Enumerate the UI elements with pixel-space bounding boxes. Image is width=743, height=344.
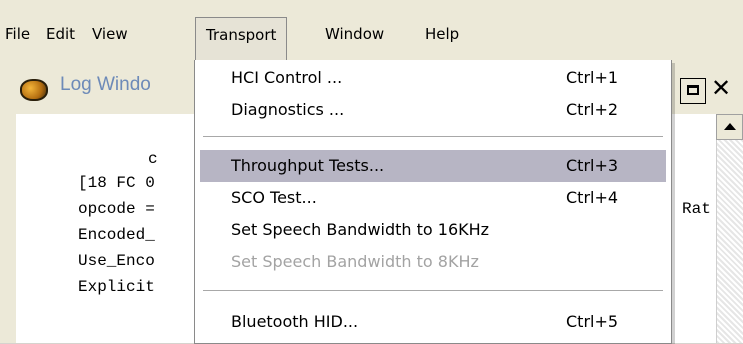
scroll-up-arrow-icon[interactable] — [716, 114, 743, 140]
menu-separator — [203, 136, 663, 138]
transport-menu: HCI Control ... Ctrl+1 Diagnostics ... C… — [194, 60, 672, 344]
maximize-button[interactable] — [680, 78, 706, 104]
log-line: [18 FC 0 — [78, 174, 155, 192]
close-button[interactable]: ✕ — [711, 73, 731, 103]
menu-item-speech-16khz[interactable]: Set Speech Bandwidth to 16KHz — [200, 214, 666, 246]
menu-item-label: Bluetooth HID... — [231, 312, 359, 331]
menu-item-shortcut: Ctrl+4 — [566, 188, 619, 207]
log-line: c — [148, 150, 158, 168]
menu-edit[interactable]: Edit — [46, 22, 75, 46]
menu-window[interactable]: Window — [325, 22, 384, 46]
menu-bar: File Edit View Transport Window Help — [0, 0, 743, 63]
menu-item-speech-8khz: Set Speech Bandwidth to 8KHz — [200, 246, 666, 278]
log-line: Explicit — [78, 278, 155, 296]
log-window-icon — [20, 79, 48, 101]
log-window-title: Log Windo — [60, 74, 151, 95]
log-line: Use_Enco — [78, 252, 155, 270]
menu-item-hci-control[interactable]: HCI Control ... Ctrl+1 — [200, 62, 666, 94]
log-line: Encoded_ — [78, 226, 155, 244]
menu-transport[interactable]: Transport — [195, 17, 288, 62]
menu-item-label: HCI Control ... — [231, 68, 343, 87]
vertical-scrollbar[interactable] — [716, 114, 743, 343]
log-line: opcode = — [78, 200, 155, 218]
menu-item-diagnostics[interactable]: Diagnostics ... Ctrl+2 — [200, 94, 666, 126]
log-line-fragment: Rat — [682, 200, 711, 218]
menu-item-shortcut: Ctrl+2 — [566, 100, 619, 119]
menu-file[interactable]: File — [5, 22, 30, 46]
menu-view[interactable]: View — [92, 22, 128, 46]
menu-item-shortcut: Ctrl+5 — [566, 312, 619, 331]
menu-item-label: Set Speech Bandwidth to 8KHz — [231, 252, 479, 271]
menu-item-shortcut: Ctrl+3 — [566, 156, 619, 175]
menu-item-throughput-tests[interactable]: Throughput Tests... Ctrl+3 — [200, 150, 666, 182]
menu-item-shortcut: Ctrl+1 — [566, 68, 619, 87]
menu-item-label: Diagnostics ... — [231, 100, 345, 119]
menu-item-sco-test[interactable]: SCO Test... Ctrl+4 — [200, 182, 666, 214]
menu-item-label: SCO Test... — [231, 188, 317, 207]
menu-help[interactable]: Help — [425, 22, 459, 46]
menu-item-label: Set Speech Bandwidth to 16KHz — [231, 220, 490, 239]
menu-separator — [203, 290, 663, 292]
menu-item-label: Throughput Tests... — [231, 156, 385, 175]
menu-item-bluetooth-hid[interactable]: Bluetooth HID... Ctrl+5 — [200, 306, 666, 338]
